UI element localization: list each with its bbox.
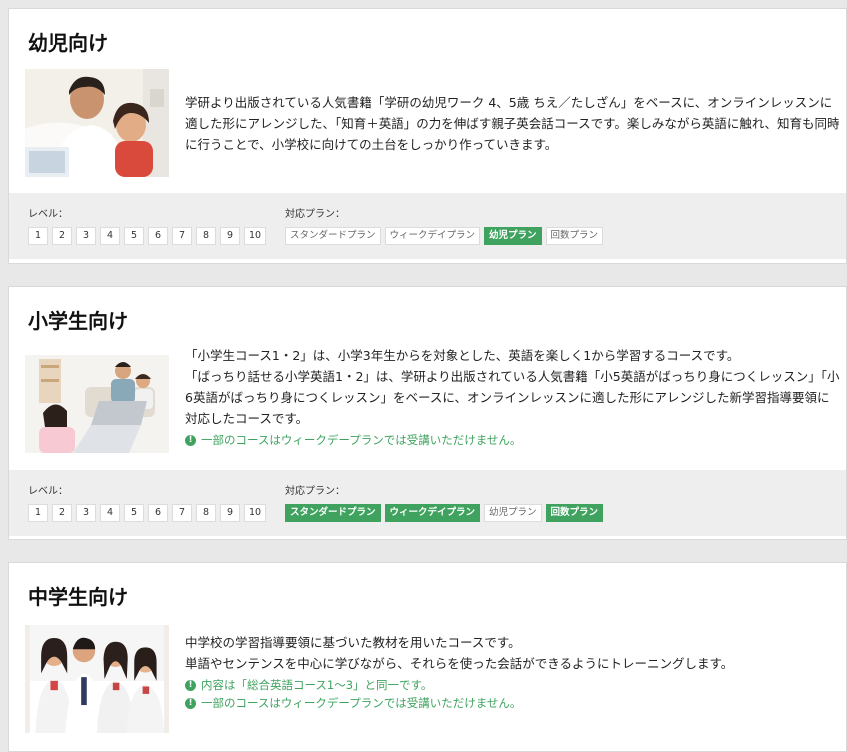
level-chip[interactable]: 10 <box>244 504 266 522</box>
course-image[interactable] <box>25 625 169 733</box>
level-label: レベル： <box>28 486 68 497</box>
plan-label: 対応プラン： <box>285 209 345 220</box>
course-description: 中学校の学習指導要領に基づいた教材を用いたコースです。 単語やセンテンスを中心に… <box>185 632 840 712</box>
course-description: 「小学生コース1・2」は、小学3年生からを対象とした、英語を楽しく1から学習する… <box>185 345 840 449</box>
level-chip[interactable]: 7 <box>172 227 192 245</box>
level-chip[interactable]: 4 <box>100 227 120 245</box>
course-note: ! 一部のコースはウィークデープランでは受講いただけません。 <box>185 694 840 712</box>
course-note: ! 内容は「総合英語コース1～3」と同一です。 <box>185 676 840 694</box>
course-notes: ! 内容は「総合英語コース1～3」と同一です。 ! 一部のコースはウィークデープ… <box>185 676 840 712</box>
course-meta-panel: レベル： 1 2 3 4 5 6 7 8 9 10 対応プラン： スタンダードプ… <box>9 193 846 259</box>
course-image[interactable] <box>25 345 169 453</box>
parent-child-photo <box>25 69 169 177</box>
description-paragraph: 単語やセンテンスを中心に学びながら、それらを使った会話ができるようにトレーニング… <box>185 656 734 671</box>
course-card-elementary: 小学生向け 「小学生コース1・2」は、小学3年生からを対象とした、英語を楽しく1… <box>8 286 847 540</box>
plan-chip[interactable]: 幼児プラン <box>484 504 542 522</box>
plan-chip[interactable]: 幼児プラン <box>484 227 542 245</box>
course-notes: ! 一部のコースはウィークデープランでは受講いただけません。 <box>185 431 840 449</box>
level-chip[interactable]: 10 <box>244 227 266 245</box>
description-paragraph: 学研より出版されている人気書籍「学研の幼児ワーク 4、5歳 ちえ／たしざん」をベ… <box>185 95 840 152</box>
level-chip[interactable]: 3 <box>76 504 96 522</box>
level-chip[interactable]: 2 <box>52 504 72 522</box>
level-chip[interactable]: 8 <box>196 227 216 245</box>
level-chip[interactable]: 7 <box>172 504 192 522</box>
level-chip[interactable]: 1 <box>28 504 48 522</box>
plan-chip[interactable]: 回数プラン <box>545 227 604 245</box>
level-chip[interactable]: 8 <box>196 504 216 522</box>
plan-list: スタンダードプラン ウィークデイプラン 幼児プラン 回数プラン <box>285 504 604 522</box>
level-chip[interactable]: 2 <box>52 227 72 245</box>
level-chip[interactable]: 4 <box>100 504 120 522</box>
description-paragraph: 中学校の学習指導要領に基づいた教材を用いたコースです。 <box>185 635 521 650</box>
plan-chip[interactable]: 回数プラン <box>545 504 604 522</box>
plan-list: スタンダードプラン ウィークデイプラン 幼児プラン 回数プラン <box>285 227 604 245</box>
level-list: 1 2 3 4 5 6 7 8 9 10 <box>28 227 266 245</box>
course-title: 中学生向け <box>28 585 128 609</box>
course-title: 小学生向け <box>28 309 128 333</box>
course-note: ! 一部のコースはウィークデープランでは受講いただけません。 <box>185 431 840 449</box>
note-text: 一部のコースはウィークデープランでは受講いただけません。 <box>201 433 522 447</box>
note-text: 一部のコースはウィークデープランでは受講いただけません。 <box>201 696 522 710</box>
level-list: 1 2 3 4 5 6 7 8 9 10 <box>28 504 266 522</box>
course-meta-panel: レベル： 1 2 3 4 5 6 7 8 9 10 対応プラン： スタンダードプ… <box>9 470 846 536</box>
level-chip[interactable]: 1 <box>28 227 48 245</box>
description-paragraph: 「小学生コース1・2」は、小学3年生からを対象とした、英語を楽しく1から学習する… <box>185 348 740 363</box>
course-description: 学研より出版されている人気書籍「学研の幼児ワーク 4、5歳 ちえ／たしざん」をベ… <box>185 92 840 155</box>
level-chip[interactable]: 6 <box>148 227 168 245</box>
plan-chip[interactable]: ウィークデイプラン <box>384 504 481 522</box>
exclamation-icon: ! <box>185 434 196 446</box>
level-label: レベル： <box>28 209 68 220</box>
description-paragraph: 「ばっちり話せる小学英語1・2」は、学研より出版されている人気書籍「小5英語がば… <box>185 369 840 426</box>
level-chip[interactable]: 9 <box>220 504 240 522</box>
family-laptop-photo <box>25 345 169 453</box>
course-title: 幼児向け <box>28 31 108 55</box>
course-card-junior-high: 中学生向け 中学校の学習指導要領に基づいた教材を用いたコースです。 単語やセンテ… <box>8 562 847 752</box>
plan-chip[interactable]: ウィークデイプラン <box>384 227 481 245</box>
note-text: 内容は「総合英語コース1～3」と同一です。 <box>201 678 433 692</box>
exclamation-icon: ! <box>185 697 196 709</box>
plan-chip[interactable]: スタンダードプラン <box>285 504 381 522</box>
level-chip[interactable]: 9 <box>220 227 240 245</box>
course-image[interactable] <box>25 69 169 177</box>
level-chip[interactable]: 5 <box>124 227 144 245</box>
level-chip[interactable]: 6 <box>148 504 168 522</box>
plan-chip[interactable]: スタンダードプラン <box>285 227 381 245</box>
exclamation-icon: ! <box>185 679 196 691</box>
level-chip[interactable]: 3 <box>76 227 96 245</box>
students-group-photo <box>29 625 165 733</box>
course-card-preschool: 幼児向け 学研より出版されている人気書籍「学研の幼児ワーク 4、5歳 ちえ／たし… <box>8 8 847 264</box>
level-chip[interactable]: 5 <box>124 504 144 522</box>
plan-label: 対応プラン： <box>285 486 345 497</box>
